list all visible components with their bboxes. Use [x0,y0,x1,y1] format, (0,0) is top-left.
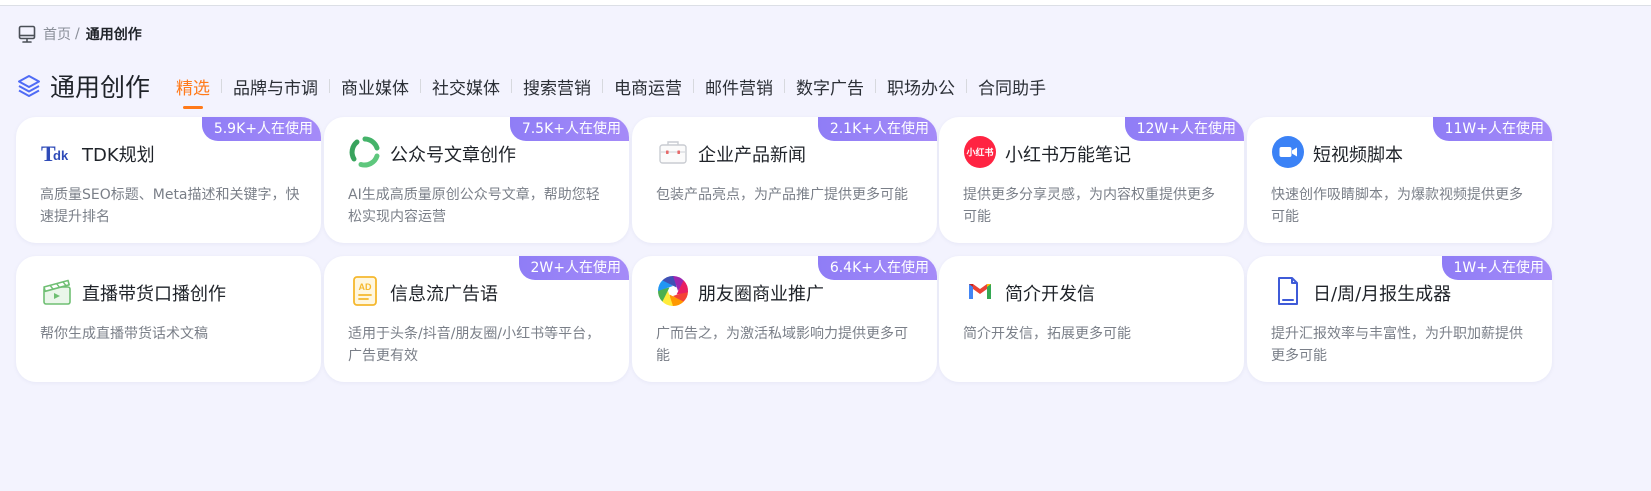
usage-badge: 7.5K+人在使用 [509,117,629,141]
tab-brand-research[interactable]: 品牌与市调 [233,74,318,109]
gmail-icon [963,274,997,308]
tab-ecommerce[interactable]: 电商运营 [614,74,682,109]
usage-badge: 11W+人在使用 [1432,117,1552,141]
card-title: 简介开发信 [1005,284,1095,305]
main-content: 首页 / 通用创作 通用创作 精选 品牌与市调 商业媒体 社交媒体 搜索营销 电商运营 邮件… [0,6,1651,491]
xiaohongshu-icon: 小红书 [963,135,997,169]
briefcase-icon [656,135,690,169]
card-title: 小红书万能笔记 [1005,145,1131,166]
tab-business-media[interactable]: 商业媒体 [341,74,409,109]
tool-card-xiaohongshu-note[interactable]: 12W+人在使用小红书 小红书万能笔记提供更多分享灵感，为内容权重提供更多可能 [939,117,1244,243]
card-title: 朋友圈商业推广 [698,284,824,305]
monitor-icon [18,25,36,43]
tool-card-report-generator[interactable]: 1W+人在使用日/周/月报生成器提升汇报效率与丰富性，为升职加薪提供更多可能 [1247,256,1552,382]
wechat-official-icon [348,135,382,169]
tab-search-marketing[interactable]: 搜索营销 [523,74,591,109]
tool-card-moments-promo[interactable]: 6.4K+人在使用朋友圈商业推广广而告之，为激活私域影响力提供更多可能 [632,256,937,382]
clapperboard-icon [40,274,74,308]
breadcrumb: 首页 / 通用创作 [17,24,142,44]
card-title: TDK规划 [82,145,155,166]
svg-text:dk: dk [53,148,69,163]
usage-badge: 6.4K+人在使用 [817,256,937,280]
tool-card-short-video-script[interactable]: 11W+人在使用短视频脚本快速创作吸睛脚本，为爆款视频提供更多可能 [1247,117,1552,243]
tool-card-wechat-article[interactable]: 7.5K+人在使用公众号文章创作 AI生成高质量原创公众号文章，帮助您轻松实现内容… [324,117,629,243]
ad-icon-text: AD [359,282,372,292]
tab-separator [420,79,421,93]
page-title: 通用创作 [50,73,151,102]
xiaohongshu-logo-text: 小红书 [965,147,993,159]
breadcrumb-home-link[interactable]: 首页 [43,24,71,44]
tab-contract[interactable]: 合同助手 [978,74,1046,109]
tab-office[interactable]: 职场办公 [887,74,955,109]
layers-icon [18,75,40,97]
card-title: 公众号文章创作 [390,145,516,166]
card-description: 快速创作吸睛脚本，为爆款视频提供更多可能 [1271,187,1523,225]
breadcrumb-separator: / [75,26,80,42]
usage-badge: 1W+人在使用 [1441,256,1552,280]
tab-email-marketing[interactable]: 邮件营销 [705,74,773,109]
card-description: 广而告之，为激活私域影响力提供更多可能 [656,326,908,364]
tool-card-product-news[interactable]: 2.1K+人在使用 企业产品新闻包装产品亮点，为产品推广提供更多可能 [632,117,937,243]
moments-aperture-icon [656,274,690,308]
tab-separator [784,79,785,93]
tab-digital-ads[interactable]: 数字广告 [796,74,864,109]
card-description: 提供更多分享灵感，为内容权重提供更多可能 [963,187,1215,225]
tab-separator [511,79,512,93]
tool-card-tdk-planning[interactable]: 5.9K+人在使用 Tdk TDK规划高质量SEO标题、Meta描述和关键字，快速提… [16,117,321,243]
card-description: AI生成高质量原创公众号文章，帮助您轻松实现内容运营 [348,187,600,225]
usage-badge: 5.9K+人在使用 [201,117,321,141]
breadcrumb-current: 通用创作 [85,27,142,43]
tab-featured[interactable]: 精选 [176,74,210,109]
card-title: 直播带货口播创作 [82,284,226,305]
card-title: 企业产品新闻 [698,145,806,166]
tool-card-livestream-script[interactable]: 直播带货口播创作帮你生成直播带货话术文稿 [16,256,321,382]
report-document-icon [1271,274,1305,308]
card-description: 高质量SEO标题、Meta描述和关键字，快速提升排名 [40,187,300,225]
card-title: 信息流广告语 [390,284,498,305]
tab-separator [966,79,967,93]
tool-card-intro-letter[interactable]: 简介开发信简介开发信，拓展更多可能 [939,256,1244,382]
tab-separator [875,79,876,93]
tool-card-feed-ad-slogan[interactable]: 2W+人在使用 AD 信息流广告语适用于头条/抖音/朋友圈/小红书等平台，广告更有效 [324,256,629,382]
tdk-icon: Tdk [40,135,74,169]
tab-separator [693,79,694,93]
card-description: 适用于头条/抖音/朋友圈/小红书等平台，广告更有效 [348,326,601,364]
card-title: 日/周/月报生成器 [1313,284,1452,305]
card-description: 提升汇报效率与丰富性，为升职加薪提供更多可能 [1271,326,1523,364]
tab-separator [329,79,330,93]
card-description: 简介开发信，拓展更多可能 [963,326,1131,342]
tab-social-media[interactable]: 社交媒体 [432,74,500,109]
usage-badge: 12W+人在使用 [1124,117,1244,141]
tab-separator [221,79,222,93]
video-camera-icon [1271,135,1305,169]
page-heading: 通用创作 [16,70,150,102]
category-tabs: 精选 品牌与市调 商业媒体 社交媒体 搜索营销 电商运营 邮件营销 数字广告 职场办公 合同助手 [176,74,1046,110]
tab-separator [602,79,603,93]
usage-badge: 2.1K+人在使用 [817,117,937,141]
card-title: 短视频脚本 [1313,145,1403,166]
usage-badge: 2W+人在使用 [518,256,629,280]
ad-document-icon: AD [348,274,382,308]
card-description: 帮你生成直播带货话术文稿 [40,326,208,342]
card-description: 包装产品亮点，为产品推广提供更多可能 [656,187,908,203]
